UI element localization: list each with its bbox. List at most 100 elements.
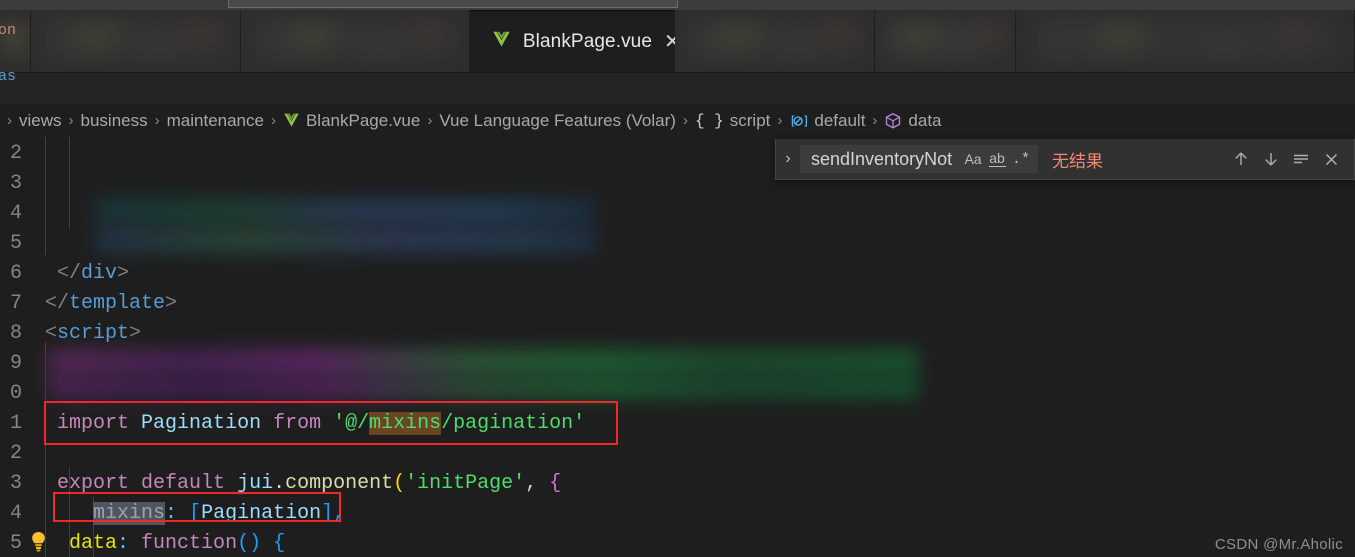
breadcrumb-item-volar[interactable]: Vue Language Features (Volar) bbox=[439, 111, 676, 131]
line-number: 2 bbox=[9, 142, 22, 165]
find-input[interactable]: sendInventoryNot bbox=[811, 149, 961, 170]
blurred-code-line bbox=[95, 199, 595, 225]
token-path-suffix: /pagination' bbox=[441, 412, 586, 435]
token-keyword-default: default bbox=[141, 472, 226, 495]
token-keyword-import: import bbox=[57, 412, 130, 435]
token-path-prefix: '@/ bbox=[333, 412, 370, 435]
line-number: 7 bbox=[9, 292, 22, 315]
code-line-script-open: <script> bbox=[45, 322, 142, 345]
tab-row-divider bbox=[0, 72, 1355, 73]
tab-blankpage-vue[interactable]: BlankPage.vue ✕ bbox=[469, 10, 681, 72]
blurred-code-line bbox=[48, 375, 918, 399]
tab-blurred-1[interactable] bbox=[30, 10, 241, 72]
module-icon: [ ] bbox=[789, 113, 808, 129]
token-paren-open: ( bbox=[393, 472, 406, 495]
breadcrumb-item-views[interactable]: views bbox=[19, 111, 62, 131]
tab-blurred-2[interactable] bbox=[240, 10, 470, 72]
previous-match-icon[interactable] bbox=[1226, 144, 1256, 174]
line-number: 4 bbox=[9, 202, 22, 225]
close-find-icon[interactable] bbox=[1316, 144, 1346, 174]
tab-blurred-3[interactable] bbox=[674, 10, 876, 72]
token-colon: : bbox=[117, 532, 130, 555]
line-number: 2 bbox=[9, 442, 22, 465]
token-key-mixins-selected: mixins bbox=[93, 502, 166, 525]
line-number: 4 bbox=[9, 502, 22, 525]
token-keyword-from: from bbox=[273, 412, 322, 435]
braces-icon: { } bbox=[694, 111, 724, 130]
line-number: 9 bbox=[9, 352, 22, 375]
breadcrumb-separator-5: › bbox=[682, 112, 688, 129]
line-number: 5 bbox=[9, 532, 22, 555]
code-line-export-default: export default jui.component('initPage',… bbox=[45, 469, 561, 499]
indent-guide bbox=[45, 137, 46, 255]
token-brace-open: { bbox=[261, 532, 286, 555]
toggle-replace-chevron-icon[interactable]: › bbox=[776, 139, 800, 180]
indent-guide bbox=[69, 137, 70, 229]
token-brace-open: { bbox=[537, 472, 562, 495]
csdn-watermark: CSDN @Mr.Aholic bbox=[1214, 536, 1343, 553]
token-colon: : bbox=[165, 502, 178, 525]
breadcrumb-item-maintenance[interactable]: maintenance bbox=[167, 111, 264, 131]
edge-text-bottom: as bbox=[0, 68, 17, 85]
window-titlebar-sliver bbox=[0, 0, 1355, 10]
token-path-match-highlight: mixins bbox=[369, 412, 442, 435]
token-parens: () bbox=[237, 532, 262, 555]
breadcrumb-separator-1: › bbox=[68, 112, 74, 129]
breadcrumb: › views › business › maintenance › Blank… bbox=[0, 104, 1355, 137]
tab-partial-left[interactable] bbox=[0, 10, 31, 72]
token-method-component: component bbox=[285, 472, 394, 495]
breadcrumb-item-data[interactable]: data bbox=[884, 111, 942, 131]
breadcrumb-label: BlankPage.vue bbox=[305, 110, 421, 130]
blurred-code-line bbox=[48, 349, 918, 376]
breadcrumb-item-default[interactable]: [ ] default bbox=[789, 111, 865, 131]
code-line-data-fn: data: function() { bbox=[45, 529, 285, 557]
breadcrumb-separator-6: › bbox=[777, 112, 783, 129]
whole-word-label: ab bbox=[989, 150, 1005, 166]
code-line-template-close: </template> bbox=[45, 292, 178, 315]
token-dot: . bbox=[273, 472, 286, 495]
breadcrumb-separator-0: › bbox=[7, 112, 12, 129]
tab-blurred-5[interactable] bbox=[1015, 10, 1355, 72]
cube-icon bbox=[884, 112, 902, 130]
line-number: 1 bbox=[9, 412, 22, 435]
breadcrumb-separator-2: › bbox=[154, 112, 160, 129]
svg-text:]: ] bbox=[803, 113, 809, 127]
breadcrumb-separator-7: › bbox=[872, 112, 878, 129]
breadcrumb-item-script[interactable]: { } script bbox=[695, 111, 770, 131]
match-case-icon[interactable]: Aa bbox=[961, 148, 985, 170]
line-number-gutter: 2 3 4 5 6 7 8 9 0 1 2 3 4 5 bbox=[0, 137, 24, 557]
find-widget[interactable]: › sendInventoryNot Aa ab .* 无结果 bbox=[775, 139, 1355, 180]
code-editor[interactable]: 2 3 4 5 6 7 8 9 0 1 2 3 4 5 </div> </tem… bbox=[0, 137, 1355, 557]
line-number: 6 bbox=[9, 262, 22, 285]
token-key-data: data bbox=[69, 532, 118, 555]
find-input-wrapper[interactable]: sendInventoryNot Aa ab .* bbox=[800, 145, 1038, 173]
find-in-selection-icon[interactable] bbox=[1286, 144, 1316, 174]
breadcrumb-label: default bbox=[814, 110, 866, 130]
use-regex-icon[interactable]: .* bbox=[1009, 148, 1033, 170]
breadcrumb-separator-4: › bbox=[427, 112, 433, 129]
svg-text:[: [ bbox=[789, 113, 796, 127]
whole-word-underline bbox=[988, 166, 1006, 167]
line-number: 8 bbox=[9, 322, 22, 345]
token-bracket-open: [ bbox=[177, 502, 202, 525]
tab-blurred-4[interactable] bbox=[875, 10, 1016, 72]
menu-dropdown-hint bbox=[228, 0, 678, 8]
code-content[interactable]: </div> </template> <script> import Pagin… bbox=[44, 137, 1355, 557]
breadcrumb-item-business[interactable]: business bbox=[81, 111, 148, 131]
next-match-icon[interactable] bbox=[1256, 144, 1286, 174]
tab-label: BlankPage.vue bbox=[522, 30, 653, 52]
whole-word-icon[interactable]: ab bbox=[985, 148, 1009, 170]
line-number: 3 bbox=[9, 472, 22, 495]
breadcrumb-item-blankpage-vue[interactable]: BlankPage.vue bbox=[283, 111, 420, 131]
token-keyword-export: export bbox=[57, 472, 130, 495]
tab-strip: BlankPage.vue ✕ on as bbox=[0, 0, 1355, 104]
code-line-mixins: mixins: [Pagination], bbox=[45, 499, 345, 529]
code-line-div-close: </div> bbox=[57, 262, 130, 285]
editor-tab-row: BlankPage.vue ✕ bbox=[0, 10, 1355, 72]
breadcrumb-label: script bbox=[729, 110, 771, 130]
token-comma: , bbox=[525, 472, 538, 495]
breadcrumb-separator-3: › bbox=[270, 112, 276, 129]
breadcrumb-label: maintenance bbox=[166, 110, 264, 130]
find-result-count: 无结果 bbox=[1052, 151, 1103, 171]
token-value-pagination: Pagination bbox=[201, 502, 322, 525]
